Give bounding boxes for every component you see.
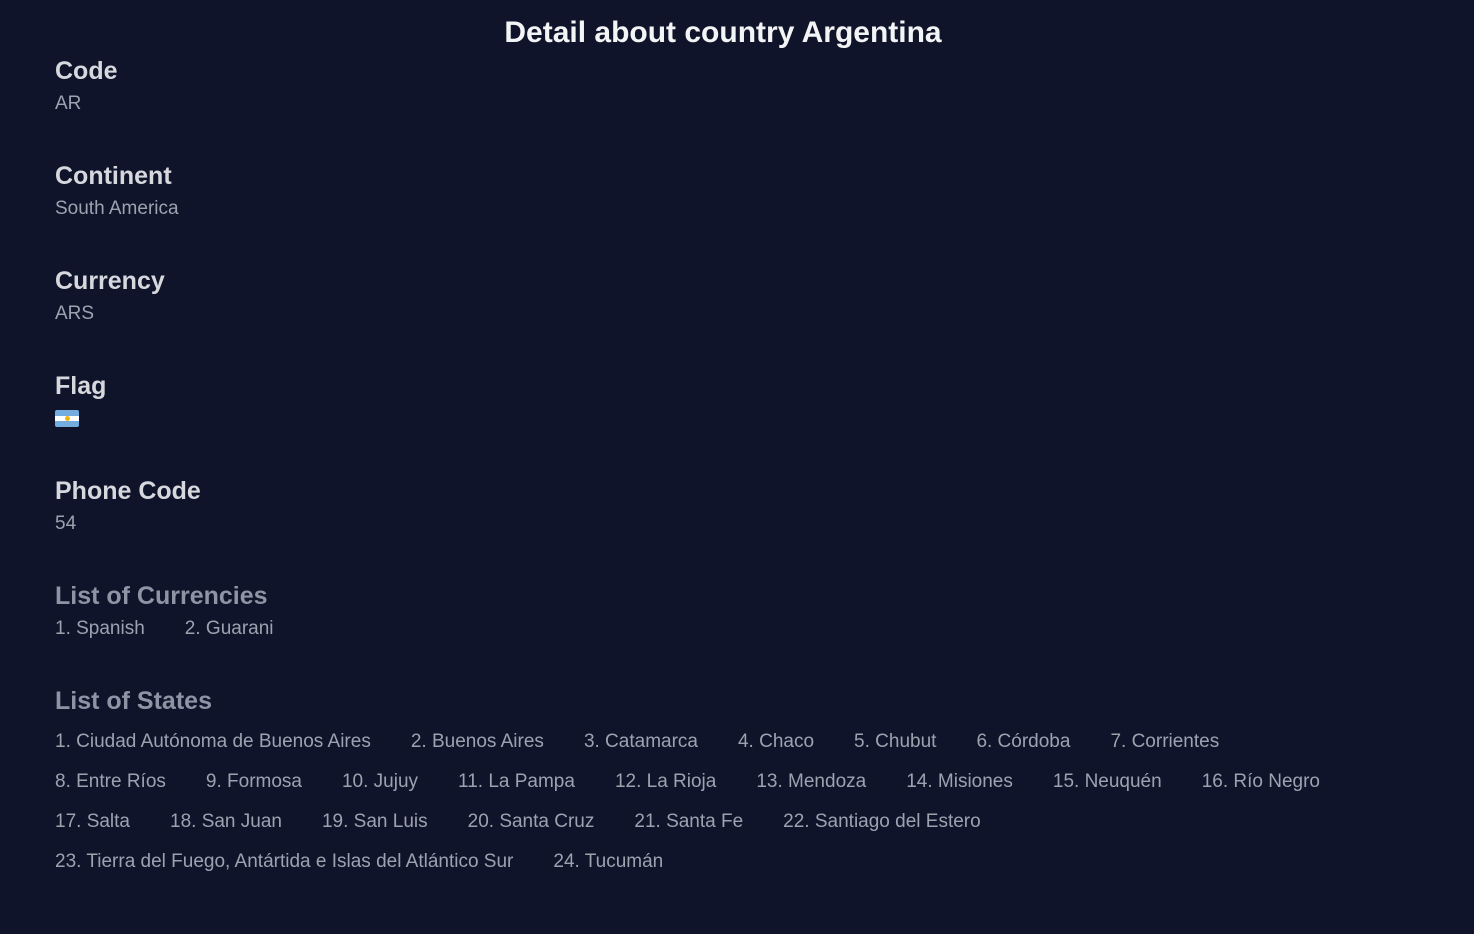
country-detail-page: Detail about country Argentina Code AR C… [0,0,1474,934]
currencies-section: List of Currencies 1. Spanish 2. Guarani [55,581,1455,641]
continent-value: South America [55,198,179,219]
list-item: 8. Entre Ríos [55,771,166,792]
code-section: Code AR [55,56,118,116]
code-value: AR [55,93,82,114]
page-title: Detail about country Argentina [504,16,942,49]
list-item: 24. Tucumán [553,851,664,872]
list-item: 10. Jujuy [341,771,419,792]
phone-code-label: Phone Code [55,477,201,505]
argentina-flag-icon [55,410,79,427]
list-item: 1. Ciudad Autónoma de Buenos Aires [55,731,371,752]
list-item: 6. Córdoba [976,731,1071,752]
list-item: 21. Santa Fe [634,811,744,832]
list-item: 11. La Pampa [458,771,575,792]
currency-label: Currency [55,267,165,295]
list-item: 20. Santa Cruz [467,811,595,832]
list-item: 1. Spanish [55,618,145,639]
list-item: 5. Chubut [854,731,937,752]
list-item: 2. Buenos Aires [410,731,544,752]
list-item: 17. Salta [55,811,130,832]
list-item: 18. San Juan [170,811,282,832]
list-item: 3. Catamarca [583,731,698,752]
code-label: Code [55,57,118,85]
list-item: 23. Tierra del Fuego, Antártida e Islas … [55,851,514,872]
states-list: 1. Ciudad Autónoma de Buenos Aires 2. Bue… [55,722,1455,882]
list-item: 13. Mendoza [756,771,867,792]
states-heading: List of States [55,687,212,715]
list-item: 16. Río Negro [1201,771,1320,792]
list-item: 22. Santiago del Estero [783,811,981,832]
currency-section: Currency ARS [55,266,165,326]
currencies-heading: List of Currencies [55,582,268,610]
flag-label: Flag [55,372,107,400]
list-item: 9. Formosa [205,771,302,792]
phone-code-value: 54 [55,513,77,534]
list-item: 15. Neuquén [1052,771,1162,792]
list-item: 4. Chaco [737,731,815,752]
continent-label: Continent [55,162,172,190]
phone-code-section: Phone Code 54 [55,476,201,536]
currencies-list: 1. Spanish 2. Guarani [55,617,1455,641]
list-item: 19. San Luis [321,811,428,832]
flag-section: Flag [55,371,106,427]
continent-section: Continent South America [55,161,179,221]
list-item: 12. La Rioja [614,771,717,792]
states-section: List of States 1. Ciudad Autónoma de Bue… [55,686,1455,882]
currency-value: ARS [55,303,95,324]
list-item: 14. Misiones [906,771,1013,792]
list-item: 7. Corrientes [1110,731,1220,752]
list-item: 2. Guarani [184,618,274,639]
